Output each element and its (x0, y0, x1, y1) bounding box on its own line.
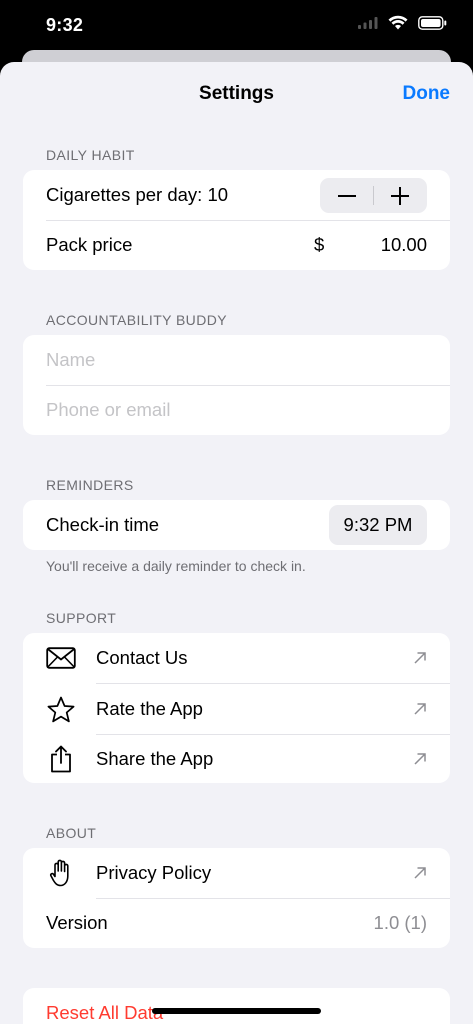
pack-price-row: Pack price $ 10.00 (23, 220, 450, 270)
home-indicator (152, 1008, 321, 1014)
buddy-group: Name Phone or email (23, 335, 450, 435)
rate-app-label: Rate the App (96, 698, 203, 719)
star-icon (46, 694, 76, 724)
contact-us-label: Contact Us (96, 647, 188, 668)
status-icons (358, 15, 447, 30)
external-link-icon (414, 652, 426, 664)
currency-symbol: $ (314, 234, 325, 255)
pack-price-input[interactable]: 10.00 (381, 234, 427, 256)
wifi-icon (388, 15, 408, 30)
daily-habit-group: Cigarettes per day: 10 Pack price $ 10.0… (23, 170, 450, 270)
cellular-icon (358, 16, 378, 29)
checkin-row: Check-in time 9:32 PM (23, 500, 450, 550)
status-time: 9:32 (46, 15, 84, 35)
rate-app-row[interactable]: Rate the App (23, 684, 450, 734)
share-app-label: Share the App (96, 748, 214, 769)
buddy-contact-placeholder: Phone or email (46, 399, 171, 420)
navigation-bar: Settings Done (0, 62, 473, 126)
share-icon (46, 744, 76, 774)
cigarettes-stepper[interactable] (320, 178, 427, 213)
minus-icon (337, 194, 356, 197)
buddy-contact-field[interactable]: Phone or email (23, 385, 450, 435)
section-header-buddy: ACCOUNTABILITY BUDDY (46, 312, 227, 328)
battery-icon (418, 15, 447, 30)
reminders-group: Check-in time 9:32 PM (23, 500, 450, 550)
contact-us-row[interactable]: Contact Us (23, 633, 450, 683)
cigarettes-label: Cigarettes per day: 10 (46, 184, 229, 205)
external-link-icon (414, 753, 426, 765)
buddy-name-placeholder: Name (46, 349, 96, 370)
done-button[interactable]: Done (403, 83, 451, 105)
version-label: Version (46, 912, 108, 933)
support-group: Contact Us Rate the App Share the App (23, 633, 450, 783)
privacy-policy-label: Privacy Policy (96, 862, 212, 883)
status-bar: 9:32 (0, 0, 473, 52)
hand-icon (46, 858, 76, 888)
section-header-daily-habit: DAILY HABIT (46, 147, 135, 163)
section-header-support: SUPPORT (46, 610, 117, 626)
buddy-name-field[interactable]: Name (23, 335, 450, 385)
cigarettes-row: Cigarettes per day: 10 (23, 170, 450, 220)
reset-group: Reset All Data (23, 988, 450, 1024)
external-link-icon (414, 867, 426, 879)
reset-all-data-button[interactable]: Reset All Data (46, 1002, 163, 1024)
plus-icon (391, 186, 410, 205)
envelope-icon (46, 643, 76, 673)
privacy-policy-row[interactable]: Privacy Policy (23, 848, 450, 898)
version-value: 1.0 (1) (373, 912, 427, 933)
version-row: Version 1.0 (1) (23, 898, 450, 948)
settings-sheet: Settings Done DAILY HABIT Cigarettes per… (0, 62, 473, 1024)
share-app-row[interactable]: Share the App (23, 735, 450, 783)
section-header-reminders: REMINDERS (46, 477, 134, 493)
decrement-button[interactable] (320, 178, 373, 213)
increment-button[interactable] (374, 178, 427, 213)
checkin-time-picker[interactable]: 9:32 PM (329, 505, 427, 545)
checkin-label: Check-in time (46, 514, 160, 535)
pack-price-label: Pack price (46, 234, 133, 255)
reminder-note: You'll receive a daily reminder to check… (46, 558, 306, 574)
about-group: Privacy Policy Version 1.0 (1) (23, 848, 450, 948)
section-header-about: ABOUT (46, 825, 97, 841)
external-link-icon (414, 703, 426, 715)
